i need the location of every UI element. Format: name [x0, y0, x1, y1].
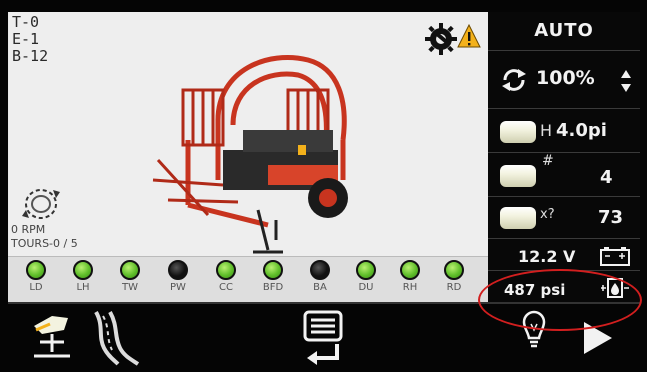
voltage-row: 12.2 V — [488, 238, 640, 271]
mode-indicator[interactable]: AUTO — [488, 12, 640, 50]
bale-count-row: # 4 — [488, 152, 640, 197]
indicator-lamp — [168, 260, 188, 280]
bale-icon — [500, 121, 536, 143]
indicator-cc: CC — [204, 260, 248, 302]
indicator-ba: BA — [298, 260, 342, 302]
voltage-value: 12.2 V — [518, 247, 576, 266]
indicator-lamp — [444, 260, 464, 280]
rotation-counter-icon — [22, 189, 60, 219]
indicator-bfd: BFD — [251, 260, 295, 302]
indicator-lamp — [356, 260, 376, 280]
indicator-lamp — [73, 260, 93, 280]
indicator-lamp — [120, 260, 140, 280]
indicator-label: CC — [219, 282, 233, 293]
warning-triangle-icon — [457, 23, 481, 48]
settings-warning-button[interactable] — [425, 22, 481, 56]
indicator-label: BA — [313, 282, 327, 293]
bale-count-value: 4 — [600, 167, 613, 188]
counter-b: B-12 — [12, 47, 49, 65]
height-symbol: H — [540, 121, 553, 140]
speed-value: 100% — [536, 67, 595, 89]
indicator-label: RD — [446, 282, 462, 293]
rotate-arrows-icon — [502, 69, 526, 91]
baler-wrapper-machine-image — [152, 55, 348, 254]
rpm-readout: 0 RPM — [11, 223, 46, 236]
indicator-label: LH — [76, 282, 90, 293]
indicator-label: LD — [29, 282, 43, 293]
indicator-label: DU — [358, 282, 374, 293]
counter-t: T-0 — [12, 13, 40, 31]
machine-view: T-0 E-1 B-12 0 RPM TOURS-0 / 5 — [8, 12, 488, 256]
indicator-label: PW — [170, 282, 186, 293]
tours-readout: TOURS-0 / 5 — [11, 237, 78, 250]
bale-icon — [500, 165, 536, 187]
battery-icon — [600, 247, 630, 266]
bale-height-row[interactable]: H 4.0pi — [488, 108, 640, 153]
indicator-strip: LD LH TW PW CC BFD BA DU RH RD — [8, 256, 488, 303]
counter-e: E-1 — [12, 30, 40, 48]
indicator-label: RH — [402, 282, 418, 293]
lift-arm-icon[interactable] — [28, 308, 76, 366]
bale-target-row[interactable]: x? 73 — [488, 196, 640, 239]
bale-target-value: 73 — [598, 207, 624, 228]
indicator-label: BFD — [262, 282, 284, 293]
indicator-ld: LD — [14, 260, 58, 302]
indicator-label: TW — [122, 282, 138, 293]
pressure-highlight-circle — [478, 269, 642, 331]
indicator-lamp — [400, 260, 420, 280]
indicator-tw: TW — [108, 260, 152, 302]
indicator-lamp — [26, 260, 46, 280]
indicator-rh: RH — [388, 260, 432, 302]
road-mode-icon[interactable] — [88, 308, 148, 366]
indicator-lamp — [310, 260, 330, 280]
counter-list: T-0 E-1 B-12 — [12, 14, 48, 65]
menu-return-icon[interactable] — [301, 308, 347, 366]
up-down-arrows-icon[interactable] — [620, 69, 632, 93]
speed-control[interactable]: 100% — [488, 50, 640, 109]
indicator-pw: PW — [156, 260, 200, 302]
indicator-lh: LH — [61, 260, 105, 302]
bale-icon — [500, 207, 536, 229]
target-symbol: x? — [540, 207, 555, 222]
bale-height-value: 4.0pi — [556, 120, 607, 141]
count-symbol: # — [542, 153, 554, 169]
status-panel: AUTO 100% H 4.0pi # 4 x? 73 12.2 V 487 p… — [488, 12, 640, 302]
indicator-rd: RD — [432, 260, 476, 302]
indicator-du: DU — [344, 260, 388, 302]
indicator-lamp — [263, 260, 283, 280]
indicator-lamp — [216, 260, 236, 280]
gear-wrench-icon — [425, 23, 457, 55]
